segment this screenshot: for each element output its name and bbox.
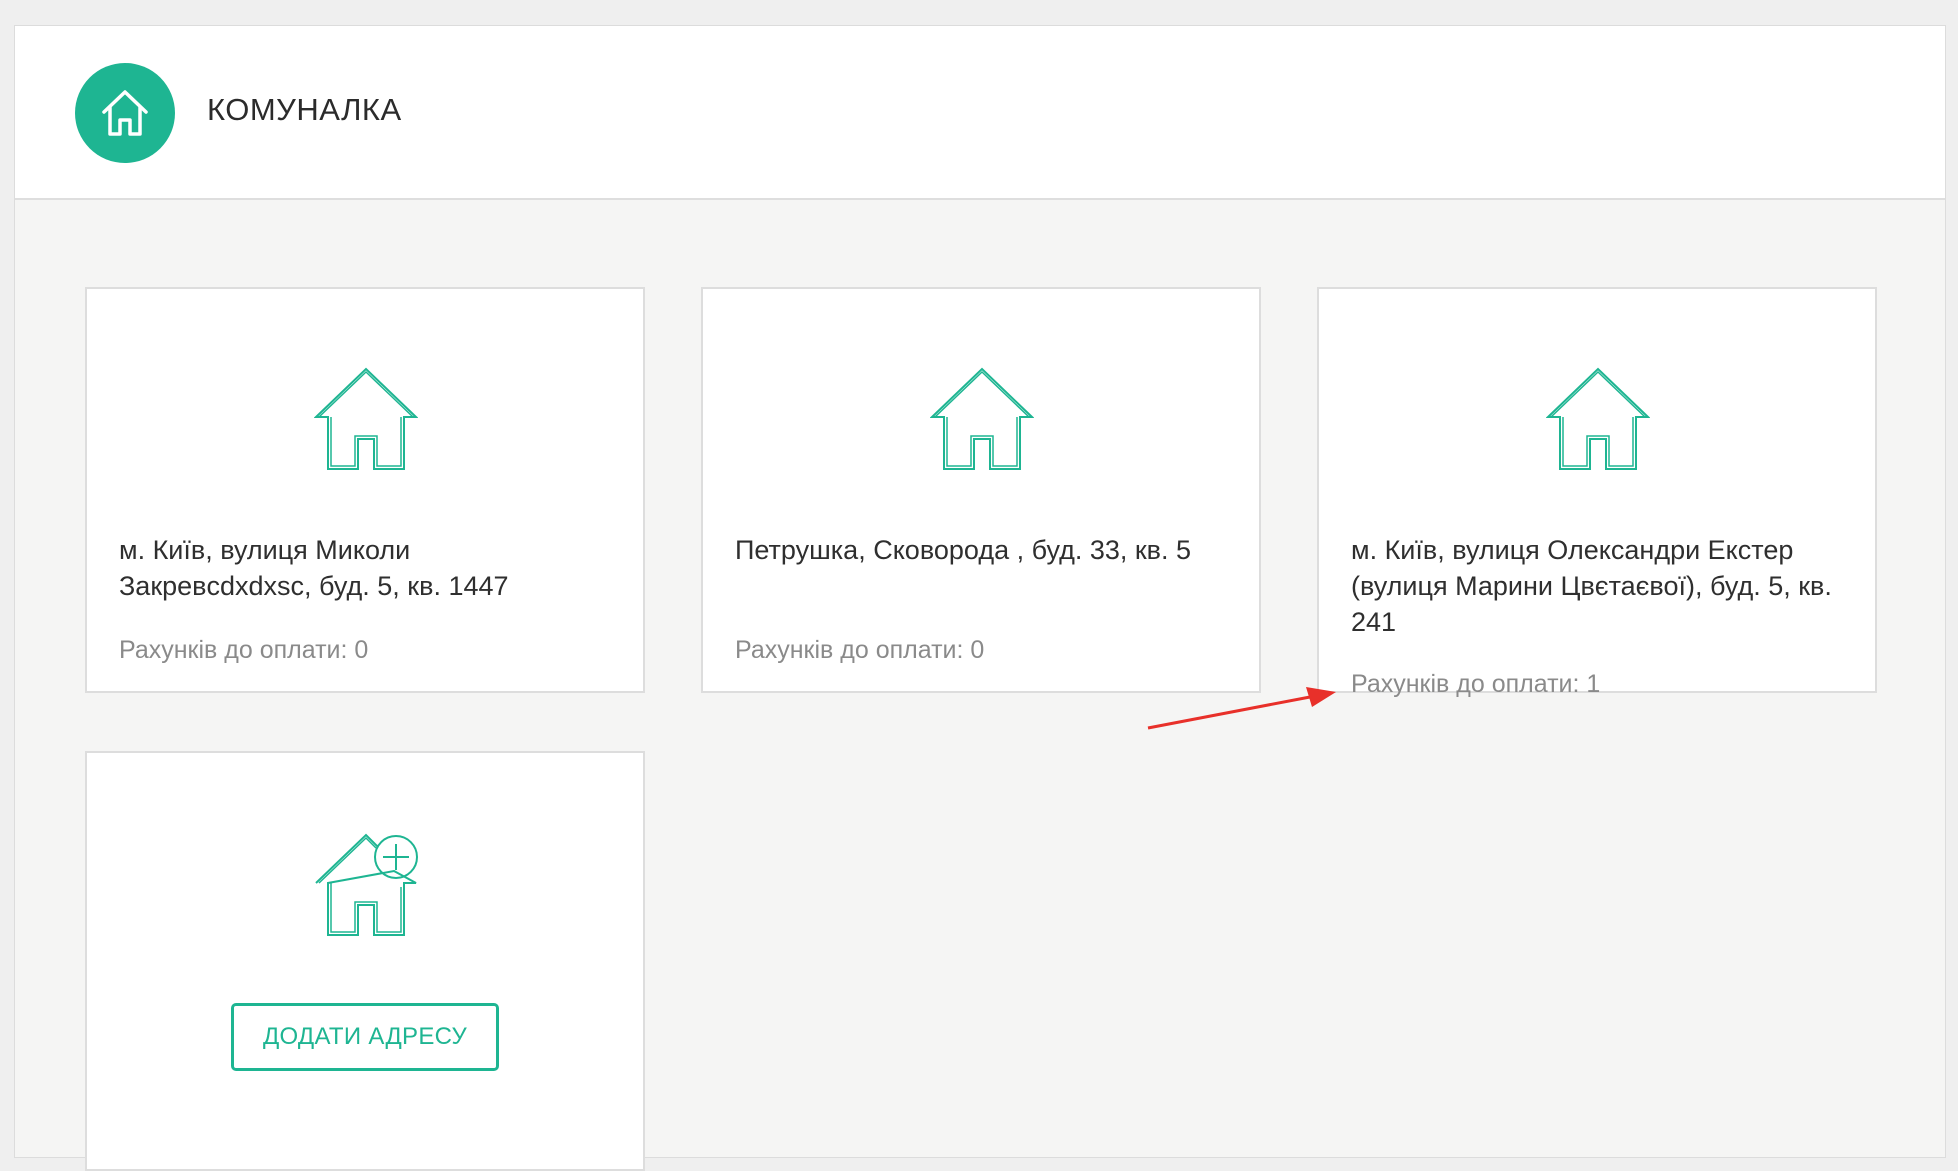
address-card[interactable]: м. Київ, вулиця Олександри Екстер (вулиц… (1317, 287, 1877, 698)
home-icon[interactable] (75, 63, 175, 163)
house-add-icon (314, 833, 424, 942)
app-header: КОМУНАЛКА (15, 26, 1945, 200)
bills-count: Рахунків до оплати: 0 (735, 636, 985, 664)
house-outline-icon (1545, 367, 1651, 476)
address-text: Петрушка, Сковорода , буд. 33, кв. 5 (735, 535, 1192, 565)
bills-count: Рахунків до оплати: 1 (1351, 670, 1601, 698)
house-outline-icon (313, 367, 419, 476)
address-card[interactable]: м. Київ, вулиця Миколи Закревcdxdxsc, бу… (85, 287, 645, 693)
add-address-button[interactable]: ДОДАТИ АДРЕСУ (231, 1003, 499, 1071)
house-outline-icon (929, 367, 1035, 476)
bills-count: Рахунків до оплати: 0 (119, 636, 369, 664)
app-frame: КОМУНАЛКА м. Київ, вулиця Миколи Закревc… (14, 25, 1946, 1171)
add-address-card: ДОДАТИ АДРЕСУ (85, 751, 645, 1171)
page-title: КОМУНАЛКА (207, 92, 402, 127)
address-card[interactable]: Петрушка, Сковорода , буд. 33, кв. 5 Рах… (701, 287, 1261, 693)
address-text: м. Київ, вулиця Миколи Закревcdxdxsc, бу… (119, 535, 509, 601)
address-text: м. Київ, вулиця Олександри Екстер (вулиц… (1351, 535, 1832, 637)
